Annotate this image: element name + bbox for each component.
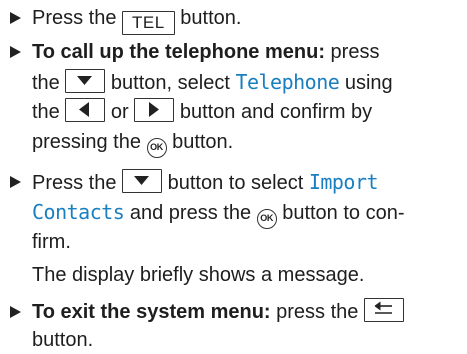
step-text: the [32, 101, 66, 123]
step-text: button to con- [276, 202, 405, 224]
bullet-triangle-icon [10, 176, 21, 188]
step-text: Press the [32, 7, 123, 29]
step-line: firm. [32, 228, 71, 256]
menu-item-telephone: Telephone [235, 70, 340, 94]
step-lead: To exit the system menu: [32, 301, 271, 323]
step-text: using [339, 72, 393, 94]
menu-item-import: Import [308, 170, 379, 194]
down-key-icon [122, 169, 163, 193]
step-line: To call up the telephone menu: press [10, 38, 379, 66]
step-text: button. [32, 329, 94, 351]
step-text: button. [166, 131, 234, 153]
step-text: button. [174, 7, 242, 29]
down-key-icon [65, 69, 106, 93]
menu-item-contacts: Contacts [32, 200, 125, 224]
step-line: the or button and confirm by [32, 98, 372, 126]
step-text: button to select [162, 172, 309, 194]
step-lead: To call up the telephone menu: [32, 41, 325, 63]
ok-button-icon: OK [256, 209, 277, 229]
note-text: The display briefly shows a message. [32, 264, 365, 286]
ok-button-icon: OK [146, 138, 167, 158]
step-text: button, select [105, 72, 236, 94]
step-text: pressing the [32, 131, 147, 153]
right-key-icon [134, 98, 175, 122]
bullet-triangle-icon [10, 12, 21, 24]
step-line: Contacts and press the OK button to con- [32, 198, 405, 229]
step-note: The display briefly shows a message. [32, 261, 364, 289]
step-line: To exit the system menu: press the [10, 298, 404, 326]
tel-key-icon: TEL [122, 11, 175, 35]
step-line: pressing the OK button. [32, 128, 234, 158]
step-text: the [32, 72, 66, 94]
bullet-triangle-icon [10, 46, 21, 58]
step-text: and press the [124, 202, 257, 224]
step-text: press the [270, 301, 364, 323]
back-key-icon [363, 298, 404, 322]
step-line: button. [32, 326, 93, 354]
step-text: or [105, 101, 135, 123]
step-text: Press the [32, 172, 123, 194]
left-key-icon [65, 98, 106, 122]
bullet-triangle-icon [10, 306, 21, 318]
step-line: the button, select Telephone using [32, 68, 393, 96]
step-line: Press the button to select Import [10, 168, 379, 196]
step-text: firm. [32, 231, 71, 253]
step-text: button and confirm by [174, 101, 373, 123]
step-line: Press the TEL button. [10, 4, 242, 35]
step-text: press [324, 41, 380, 63]
